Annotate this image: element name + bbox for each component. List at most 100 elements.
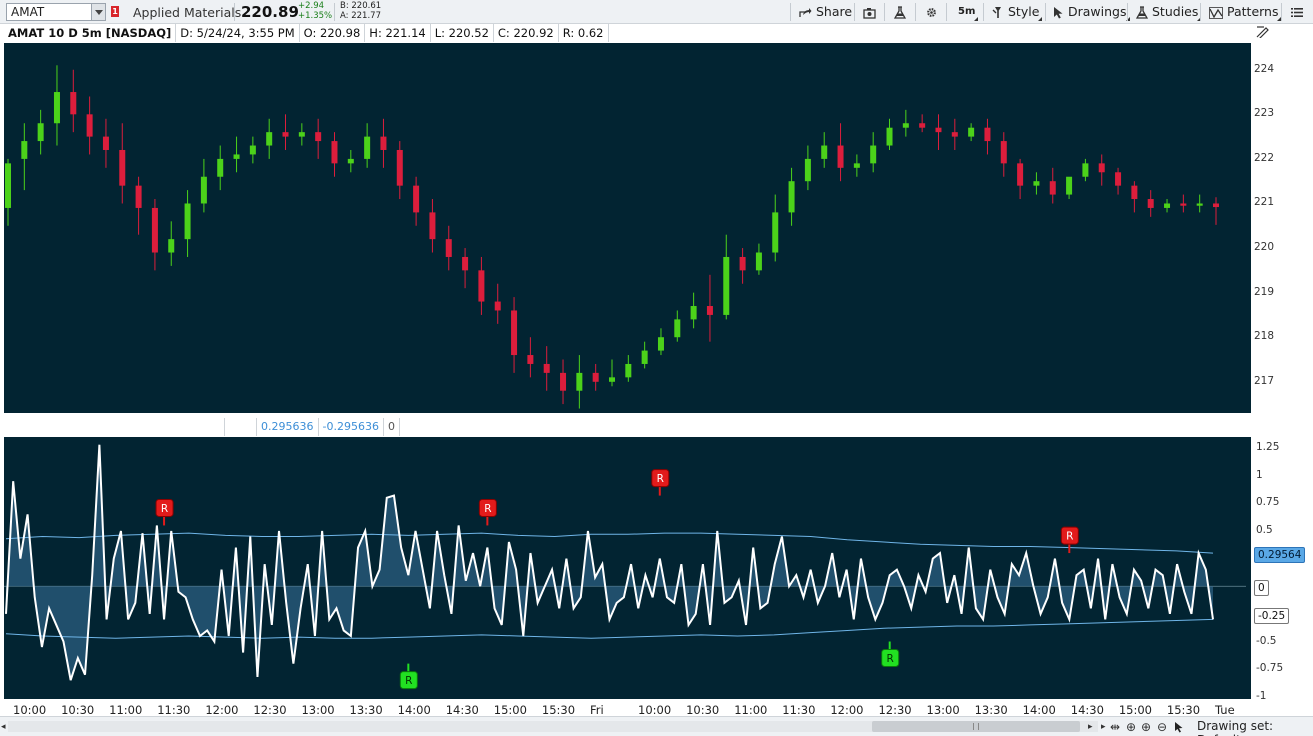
bar-open: O: 220.98 xyxy=(299,24,366,42)
candle-body xyxy=(462,256,469,271)
candle-body xyxy=(282,132,289,137)
time-tick-label: 13:30 xyxy=(974,703,1008,717)
candle-body xyxy=(576,372,583,391)
candle-body xyxy=(690,306,697,320)
oscillator-tick-label: 1 xyxy=(1256,468,1263,481)
toolbar-separator xyxy=(854,3,855,21)
net-change: +2.94 xyxy=(298,1,325,11)
top-toolbar: AMAT 1 Applied Materials 220.89 +2.94 +1… xyxy=(0,0,1313,24)
last-value-badge: 0.29564 xyxy=(1254,547,1306,563)
candle-body xyxy=(86,114,93,137)
candle-body xyxy=(641,350,648,364)
candle-body xyxy=(853,163,860,168)
oscillator-tick-label: 1.25 xyxy=(1256,441,1280,454)
drawing-set-label[interactable]: Drawing set: Default xyxy=(1197,719,1313,736)
chart-title[interactable]: AMAT 10 D 5m [NASDAQ] xyxy=(4,24,177,42)
share-button[interactable]: Share xyxy=(799,2,852,22)
candle-body xyxy=(625,363,632,378)
ask-price: A: 221.77 xyxy=(340,11,381,21)
candle-body xyxy=(674,319,681,338)
candle-body xyxy=(347,158,354,164)
interval-button[interactable]: 5m xyxy=(958,2,979,22)
pan-icon[interactable]: ⊕ xyxy=(1126,720,1136,734)
time-tick-label: 11:00 xyxy=(734,703,768,717)
expand-horizontal-icon[interactable]: ⇹ xyxy=(1110,720,1120,734)
scroll-left-icon[interactable]: ◂ xyxy=(1,720,6,734)
time-tick-label: 14:30 xyxy=(1070,703,1104,717)
style-icon xyxy=(992,7,1001,18)
candle-body xyxy=(200,176,207,204)
candle-body xyxy=(1033,181,1040,186)
bar-range: R: 0.62 xyxy=(558,24,609,42)
signal-label: R xyxy=(161,503,168,515)
oscillator-tick-label: 0.75 xyxy=(1256,496,1280,509)
flask-button[interactable] xyxy=(893,2,907,22)
scroll-right-icon[interactable]: ▸ xyxy=(1088,720,1093,734)
bar-date: D: 5/24/24, 3:55 PM xyxy=(176,24,300,42)
oscillator-tick-label: -0.75 xyxy=(1256,662,1284,675)
time-tick-label: 14:00 xyxy=(397,703,431,717)
candle-body xyxy=(592,372,599,382)
oscillator-panel[interactable] xyxy=(4,437,1251,699)
scroll-end-icon[interactable]: ▸ xyxy=(1101,720,1106,734)
time-tick-label: 10:30 xyxy=(686,703,720,717)
candle-body xyxy=(315,132,322,142)
price-tick-label: 217 xyxy=(1254,374,1275,387)
flask-icon xyxy=(893,6,907,19)
candle-body xyxy=(1000,141,1007,164)
price-panel[interactable] xyxy=(4,43,1251,413)
symbol-dropdown-icon[interactable] xyxy=(91,4,105,20)
zoom-out-icon[interactable]: ⊖ xyxy=(1157,720,1167,734)
toolbar-separator xyxy=(234,3,235,21)
chart-canvas[interactable]: R R R R R R xyxy=(0,24,1313,716)
time-tick-label: 10:00 xyxy=(638,703,672,717)
study-title[interactable] xyxy=(4,418,225,436)
style-button[interactable]: Style xyxy=(992,2,1043,22)
link-group-badge[interactable]: 1 xyxy=(111,6,119,17)
candle-body xyxy=(37,123,44,142)
candle-body xyxy=(1213,203,1219,208)
candle-body xyxy=(266,132,273,146)
toolbar-separator xyxy=(915,3,916,21)
zoom-in-icon[interactable]: ⊕ xyxy=(1141,720,1151,734)
study-zero-value: 0 xyxy=(383,418,400,436)
candle-body xyxy=(1098,163,1105,173)
snapshot-button[interactable] xyxy=(863,2,876,22)
candle-body xyxy=(984,127,991,142)
signal-label: R xyxy=(484,503,491,515)
candle-body xyxy=(543,363,550,373)
time-tick-label: Fri xyxy=(589,703,604,717)
candle-body xyxy=(837,145,844,168)
drawing-tool-icon[interactable] xyxy=(1256,26,1270,38)
settings-button[interactable] xyxy=(925,2,938,22)
studies-button[interactable]: Studies xyxy=(1136,2,1202,22)
price-tick-label: 224 xyxy=(1254,62,1275,75)
candle-body xyxy=(609,377,615,382)
scrollbar-grip[interactable] xyxy=(973,723,979,730)
candle-body xyxy=(1115,172,1122,186)
toolbar-separator xyxy=(1127,3,1128,21)
patterns-icon xyxy=(1209,6,1223,19)
candle-body xyxy=(249,145,256,155)
menu-button[interactable] xyxy=(1291,2,1303,22)
candle-body xyxy=(445,239,452,257)
camera-icon xyxy=(863,7,876,19)
time-tick-label: 15:30 xyxy=(1166,703,1201,717)
study-value-blank xyxy=(225,418,257,436)
time-tick-label: 11:30 xyxy=(157,703,191,717)
time-tick-label: 11:30 xyxy=(782,703,816,717)
drawings-button[interactable]: Drawings xyxy=(1053,2,1130,22)
candle-body xyxy=(1082,163,1089,177)
time-tick-label: 13:00 xyxy=(926,703,960,717)
symbol-input[interactable]: AMAT xyxy=(6,3,106,21)
symbol-text: AMAT xyxy=(11,5,45,19)
time-tick-label: 14:30 xyxy=(445,703,479,717)
candle-body xyxy=(298,132,305,137)
patterns-button[interactable]: Patterns xyxy=(1209,2,1282,22)
candle-body xyxy=(968,127,975,137)
time-tick-label: 11:00 xyxy=(109,703,143,717)
oscillator-tick-label: -0.5 xyxy=(1256,634,1277,647)
candle-body xyxy=(951,132,958,137)
cursor-icon[interactable] xyxy=(1174,721,1184,733)
candle-body xyxy=(527,355,534,364)
